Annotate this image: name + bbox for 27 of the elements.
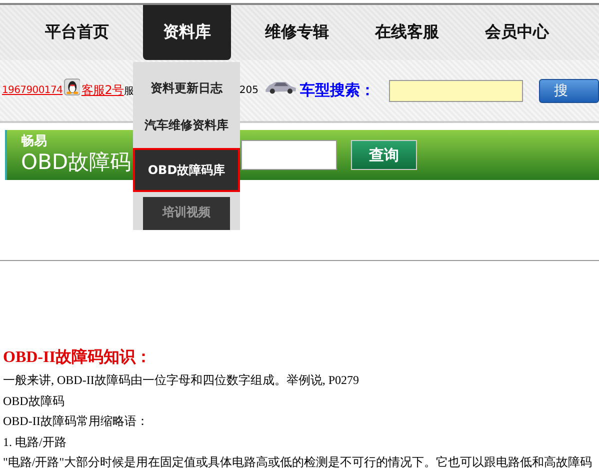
nav-item[interactable]: 维修专辑: [253, 5, 341, 60]
hotline-text: 服: [124, 84, 134, 98]
article-text: "电路/开路"大部分时候是用在固定值或具体电路高或低的检测是不可行的情况下。它也可以跟电路低和高故障码: [3, 454, 594, 468]
dropdown-item[interactable]: OBD故障码库: [133, 148, 240, 192]
article-text: OBD-II故障码常用缩略语：: [3, 413, 150, 430]
penguin-icon[interactable]: [64, 76, 80, 96]
banner-title: OBD故障码: [21, 149, 132, 175]
search-label: 车型搜索：: [300, 81, 375, 100]
nav-item[interactable]: 在线客服: [363, 5, 451, 60]
search-field[interactable]: [389, 80, 523, 102]
qq-number-link[interactable]: 1967900174: [2, 85, 63, 96]
article-text: OBD故障码: [3, 392, 66, 410]
hotline-text: 205: [239, 85, 258, 96]
search-button[interactable]: 搜: [539, 78, 599, 102]
service-link[interactable]: 客服2号: [81, 82, 124, 99]
article-text: 1. 电路/开路: [3, 434, 68, 450]
dropdown-item[interactable]: 培训视频: [143, 197, 230, 230]
brand-label: 畅易: [21, 135, 47, 149]
nav-item[interactable]: 平台首页: [33, 5, 121, 60]
dropdown-item[interactable]: 资料更新日志: [133, 72, 240, 109]
nav-item[interactable]: 资料库: [143, 5, 231, 60]
article-text: 一般来讲, OBD-II故障码由一位字母和四位数字组成。举例说, P0279: [3, 372, 360, 389]
article-heading: OBD-II故障码知识：: [3, 347, 152, 368]
nav-item[interactable]: 会员中心: [473, 5, 561, 60]
dropdown-item[interactable]: 汽车维修资料库: [133, 109, 240, 146]
query-button[interactable]: 查询: [351, 140, 417, 170]
code-field[interactable]: [241, 140, 337, 170]
